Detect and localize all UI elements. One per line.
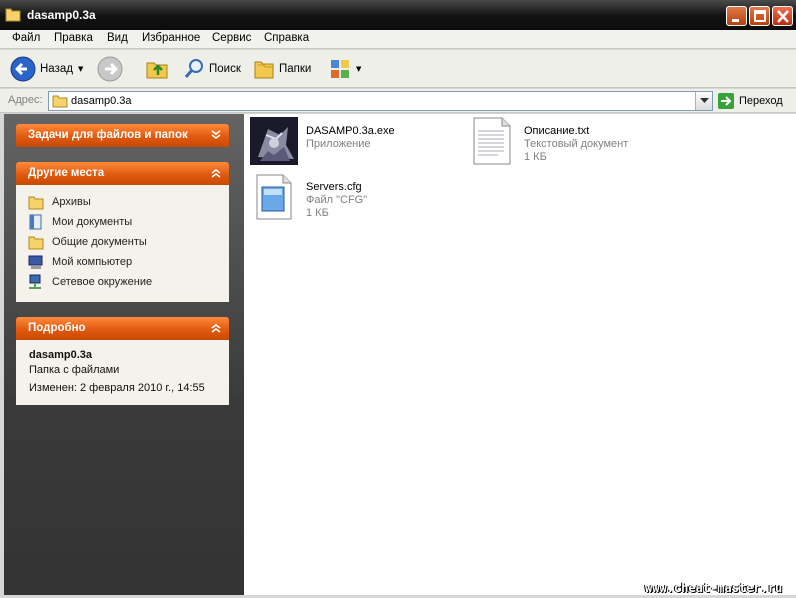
network-places-icon: [29, 274, 41, 289]
title-bar[interactable]: dasamp0.3a: [0, 0, 796, 30]
minimize-icon: [732, 19, 739, 22]
places-panel-body: Архивы Мои документы Общие документы Мой…: [16, 185, 229, 302]
file-name: DASAMP0.3a.exe: [306, 125, 395, 137]
cfg-file-icon: [256, 174, 292, 220]
place-my-documents[interactable]: Мои документы: [28, 214, 132, 230]
file-name: Описание.txt: [524, 125, 590, 137]
places-panel-header[interactable]: Другие места: [16, 162, 229, 185]
views-button[interactable]: ▼: [329, 54, 361, 84]
place-label: Мои документы: [52, 216, 133, 228]
file-size: 1 КБ: [306, 207, 329, 219]
file-type: Текстовый документ: [524, 138, 629, 150]
views-dropdown-icon[interactable]: ▼: [356, 65, 361, 73]
place-shared-documents[interactable]: Общие документы: [28, 234, 147, 250]
collapse-chevron-icon[interactable]: [209, 166, 223, 180]
address-label: Адрес:: [8, 94, 43, 106]
details-panel-header[interactable]: Подробно: [16, 317, 229, 340]
folders-button[interactable]: Папки: [253, 54, 311, 84]
task-pane: Задачи для файлов и папок Другие места А…: [4, 114, 244, 595]
go-label: Переход: [739, 95, 783, 107]
folder-icon: [52, 95, 68, 108]
place-label: Общие документы: [52, 236, 147, 248]
views-icon: [331, 60, 349, 78]
close-icon: [777, 10, 789, 23]
minimize-button[interactable]: [726, 6, 747, 26]
menu-tools[interactable]: Сервис: [212, 32, 251, 44]
watermark: www.cheat-master.ru: [645, 581, 783, 595]
menu-bar: Файл Правка Вид Избранное Сервис Справка: [0, 30, 796, 49]
text-file-icon: [473, 117, 511, 165]
maximize-icon: [754, 10, 766, 22]
details-name: dasamp0.3a: [29, 349, 92, 361]
file-type: Приложение: [306, 138, 371, 150]
address-dropdown-button[interactable]: [695, 92, 712, 110]
go-button[interactable]: Переход: [718, 92, 783, 110]
up-folder-button[interactable]: [145, 54, 169, 84]
search-button[interactable]: Поиск: [183, 54, 241, 84]
back-arrow-icon: [10, 56, 36, 82]
menu-file[interactable]: Файл: [12, 32, 40, 44]
tasks-panel-header[interactable]: Задачи для файлов и папок: [16, 124, 229, 147]
folder-icon: [28, 236, 44, 250]
place-my-computer[interactable]: Мой компьютер: [28, 254, 132, 270]
folder-icon: [5, 8, 21, 22]
search-label: Поиск: [209, 63, 241, 75]
folder-icon: [28, 196, 44, 210]
details-type: Папка с файлами: [29, 364, 120, 376]
go-arrow-icon: [718, 93, 734, 109]
file-type: Файл "CFG": [306, 194, 368, 206]
my-documents-icon: [29, 214, 42, 230]
details-modified: Изменен: 2 февраля 2010 г., 14:55: [29, 382, 205, 394]
address-bar: Адрес: dasamp0.3a Переход: [0, 89, 796, 113]
forward-arrow-icon: [97, 56, 123, 82]
details-panel-title: Подробно: [28, 322, 86, 334]
file-size: 1 КБ: [524, 151, 547, 163]
back-label: Назад: [40, 63, 73, 75]
details-panel-body: dasamp0.3a Папка с файлами Изменен: 2 фе…: [16, 340, 229, 405]
exe-icon: [250, 117, 298, 165]
menu-help[interactable]: Справка: [264, 32, 309, 44]
maximize-button[interactable]: [749, 6, 770, 26]
toolbar: Назад ▼ Поиск Папки ▼: [0, 50, 796, 88]
tasks-panel-title: Задачи для файлов и папок: [28, 129, 188, 141]
file-list[interactable]: DASAMP0.3a.exe Приложение Описание.txt Т…: [244, 114, 796, 595]
forward-button[interactable]: [97, 54, 123, 84]
place-archives[interactable]: Архивы: [28, 194, 91, 210]
folders-label: Папки: [279, 63, 312, 75]
address-input[interactable]: dasamp0.3a: [48, 91, 713, 111]
menu-favorites[interactable]: Избранное: [142, 32, 200, 44]
close-button[interactable]: [772, 6, 793, 26]
file-name: Servers.cfg: [306, 181, 362, 193]
place-label: Мой компьютер: [52, 256, 133, 268]
menu-view[interactable]: Вид: [107, 32, 128, 44]
explorer-window: dasamp0.3a Файл Правка Вид Избранное Сер…: [0, 0, 796, 598]
place-label: Сетевое окружение: [52, 276, 153, 288]
folders-icon: [254, 61, 274, 79]
up-folder-icon: [146, 62, 168, 79]
places-panel-title: Другие места: [28, 167, 105, 179]
back-dropdown-icon[interactable]: ▼: [78, 65, 83, 73]
expand-chevron-icon[interactable]: [209, 128, 223, 142]
place-label: Архивы: [52, 196, 91, 208]
menu-edit[interactable]: Правка: [54, 32, 93, 44]
back-button[interactable]: Назад ▼: [10, 54, 83, 84]
search-icon: [184, 59, 203, 78]
chevron-down-icon: [699, 98, 709, 103]
my-computer-icon: [28, 255, 43, 269]
collapse-chevron-icon[interactable]: [209, 321, 223, 335]
window-title: dasamp0.3a: [27, 8, 96, 22]
address-value: dasamp0.3a: [71, 95, 132, 107]
place-network[interactable]: Сетевое окружение: [28, 274, 152, 290]
